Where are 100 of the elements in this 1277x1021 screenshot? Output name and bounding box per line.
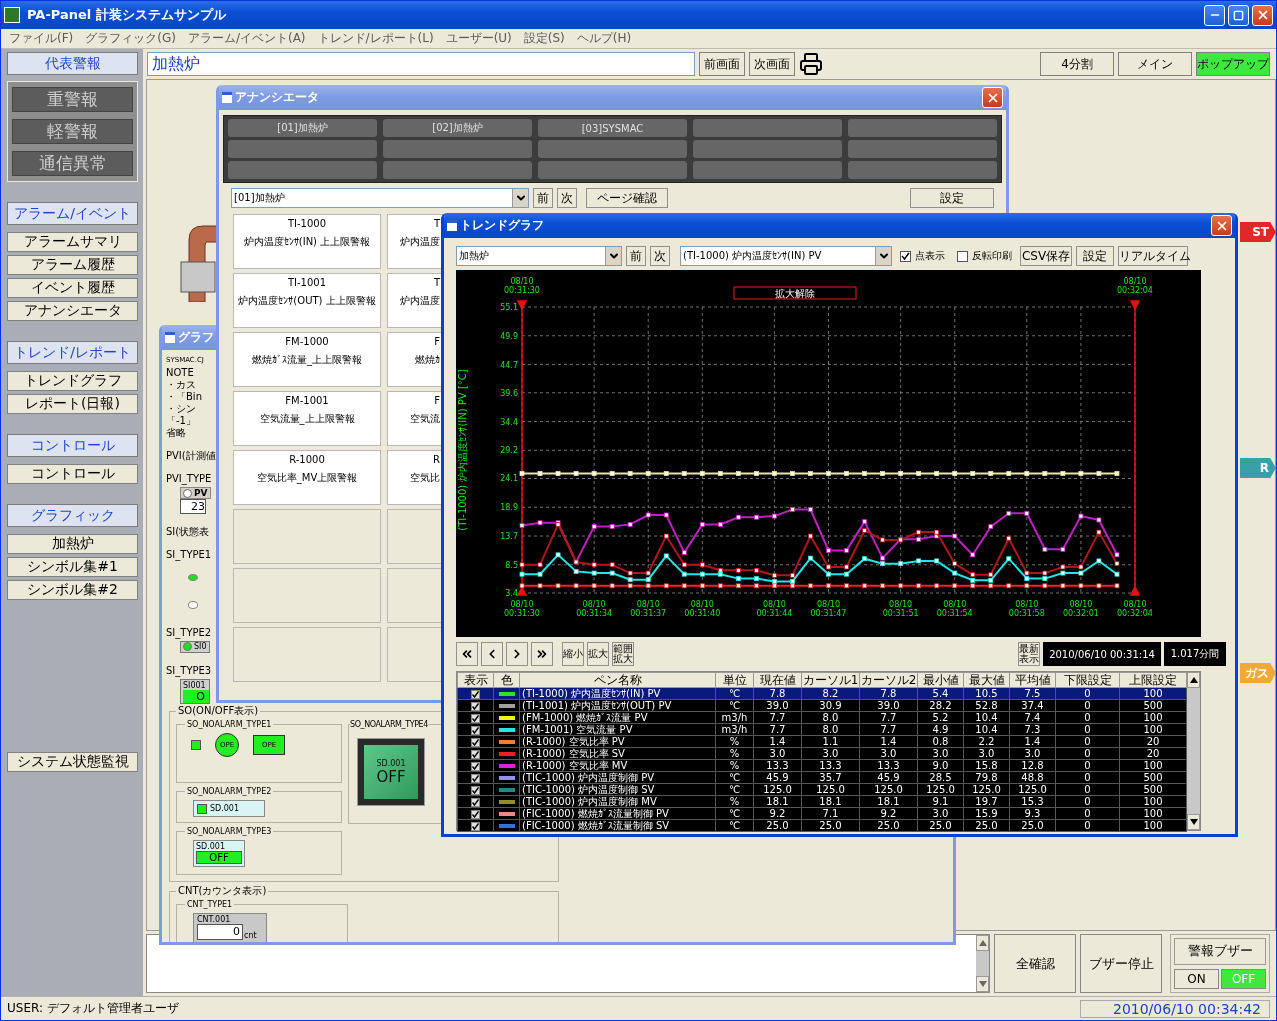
table-cell: % bbox=[715, 759, 754, 772]
y-tick-label: 24.1 bbox=[500, 474, 518, 484]
note-text: ・「Bin bbox=[166, 391, 202, 402]
table-cell: 500 bbox=[1119, 699, 1187, 712]
table-cell: (FIC-1000) 燃焼ｶﾞｽ流量制御 SV bbox=[519, 819, 716, 832]
column-header: 表示 bbox=[457, 672, 494, 688]
table-cell: 125.0 bbox=[963, 783, 1010, 796]
y-axis-label: (TI-1000) 炉内温度ｾﾝｻ(IN) PV [°C] bbox=[457, 369, 468, 531]
table-cell: 8.2 bbox=[801, 687, 860, 700]
table-cell: 0 bbox=[1055, 699, 1120, 712]
x-tick-label: 08/10 00:31:37 bbox=[630, 600, 667, 618]
alarm-tag: FM-1000 bbox=[285, 336, 329, 347]
status-datetime: 2010/06/10 00:34:42 bbox=[1080, 999, 1270, 1018]
group-label: SO(ON/OFF表示) bbox=[177, 704, 260, 718]
table-cell: 3.0 bbox=[859, 747, 918, 760]
table-cell: 125.0 bbox=[753, 783, 802, 796]
table-cell: 3.0 bbox=[917, 747, 964, 760]
table-cell: 9.2 bbox=[753, 807, 802, 820]
group-label: SO_NOALARM_TYPE2 bbox=[186, 787, 273, 796]
table-cell: 20 bbox=[1119, 735, 1187, 748]
table-cell: 35.7 bbox=[801, 771, 860, 784]
window-title: トレンドグラフ bbox=[460, 217, 544, 234]
y-tick-label: 8.5 bbox=[505, 560, 518, 570]
table-cell: (TI-1001) 炉内温度ｾﾝｻ(OUT) PV bbox=[519, 699, 716, 712]
note-text: ・カス bbox=[166, 379, 196, 390]
table-cell: ℃ bbox=[715, 687, 754, 700]
alarm-message: 燃焼ｶﾞｽ流量_上上限警報 bbox=[252, 355, 362, 365]
x-tick-label: 08/10 00:31:40 bbox=[684, 600, 721, 618]
table-cell: % bbox=[715, 735, 754, 748]
alarm-tag: T bbox=[433, 277, 440, 288]
table-cell: 79.8 bbox=[963, 771, 1010, 784]
buzzer-label: 警報ブザー bbox=[1174, 938, 1266, 965]
screen-name-field: 加熱炉 bbox=[147, 52, 695, 76]
table-cell: 7.8 bbox=[859, 687, 918, 700]
table-cell: 0 bbox=[1055, 735, 1120, 748]
user-status: USER: デフォルト管理者ユーザ bbox=[7, 1000, 179, 1017]
table-cell: 10.4 bbox=[963, 711, 1010, 724]
table-cell: 45.9 bbox=[753, 771, 802, 784]
table-cell: (TI-1000) 炉内温度ｾﾝｻ(IN) PV bbox=[519, 687, 716, 700]
group-label: SI_TYPE1 bbox=[166, 549, 212, 560]
note-text: ・シン bbox=[166, 403, 196, 414]
table-cell: 45.9 bbox=[859, 771, 918, 784]
table-cell: 100 bbox=[1119, 759, 1187, 772]
x-tick-label: 08/10 00:31:58 bbox=[1008, 600, 1045, 618]
switch-state: OFF bbox=[196, 851, 242, 864]
column-header: 下限設定 bbox=[1055, 672, 1120, 688]
table-cell: 37.4 bbox=[1009, 699, 1056, 712]
alarm-tag: F bbox=[434, 336, 440, 347]
alarm-tag: TI-1001 bbox=[287, 277, 327, 288]
table-cell: (FM-1001) 空気流量 PV bbox=[519, 723, 716, 736]
alarm-tag: T bbox=[433, 218, 440, 229]
table-cell: m3/h bbox=[715, 711, 754, 724]
table-cell: 10.4 bbox=[963, 723, 1010, 736]
table-cell: 18.1 bbox=[859, 795, 918, 808]
alarm-tag: FM-1001 bbox=[285, 395, 329, 406]
table-cell: 3.0 bbox=[801, 747, 860, 760]
table-cell: ℃ bbox=[715, 819, 754, 832]
table-cell: 125.0 bbox=[917, 783, 964, 796]
table-cell: 3.0 bbox=[917, 807, 964, 820]
counter-value: 0 bbox=[197, 924, 243, 940]
table-cell: 7.4 bbox=[1009, 711, 1056, 724]
status-value: O bbox=[183, 690, 209, 703]
table-cell: 9.1 bbox=[917, 795, 964, 808]
table-cell: 12.8 bbox=[1009, 759, 1056, 772]
value-field: 23 bbox=[180, 499, 206, 514]
group-label: CNT(カウンタ表示) bbox=[177, 884, 268, 898]
table-cell: 125.0 bbox=[1009, 783, 1056, 796]
alarm-message: 燃焼ｶ bbox=[415, 355, 440, 365]
table-cell: 100 bbox=[1119, 711, 1187, 724]
cursor-time-label: 08/10 00:31:30 bbox=[504, 277, 540, 295]
table-cell: 3.0 bbox=[1009, 747, 1056, 760]
table-cell: 7.3 bbox=[1009, 723, 1056, 736]
switch-state: OFF bbox=[376, 767, 406, 786]
y-tick-label: 55.1 bbox=[500, 303, 518, 312]
y-tick-label: 3.4 bbox=[505, 589, 518, 598]
table-cell: 100 bbox=[1119, 819, 1187, 832]
y-tick-label: 13.7 bbox=[500, 532, 518, 541]
table-cell: 28.5 bbox=[917, 771, 964, 784]
table-cell: ℃ bbox=[715, 783, 754, 796]
group-label: PVI_TYPE bbox=[166, 473, 212, 484]
counter-unit: cnt bbox=[244, 931, 257, 940]
x-tick-label: 08/10 00:31:30 bbox=[504, 600, 540, 618]
alarm-message: 空気比率_MV上限警報 bbox=[256, 473, 358, 483]
window-title: PA-Panel 計装システムサンプル bbox=[27, 6, 226, 24]
table-cell: 5.2 bbox=[917, 711, 964, 724]
group-label: SI_TYPE2 bbox=[166, 626, 212, 638]
table-cell: 15.8 bbox=[963, 759, 1010, 772]
table-cell: 3.0 bbox=[753, 747, 802, 760]
table-cell: 19.7 bbox=[963, 795, 1010, 808]
table-cell: 25.0 bbox=[1009, 819, 1056, 832]
table-cell: ℃ bbox=[715, 699, 754, 712]
start-time-display: 2010/06/10 00:31:14 bbox=[1043, 642, 1161, 666]
group-label: PVI(計測値 bbox=[166, 450, 216, 461]
table-cell: 18.1 bbox=[801, 795, 860, 808]
table-cell: 7.7 bbox=[859, 723, 918, 736]
column-header: 最小値 bbox=[917, 672, 964, 688]
table-cell: 9.2 bbox=[859, 807, 918, 820]
table-cell: 125.0 bbox=[801, 783, 860, 796]
x-tick-label: 08/10 00:32:01 bbox=[1062, 600, 1099, 618]
y-tick-label: 18.9 bbox=[500, 503, 518, 513]
